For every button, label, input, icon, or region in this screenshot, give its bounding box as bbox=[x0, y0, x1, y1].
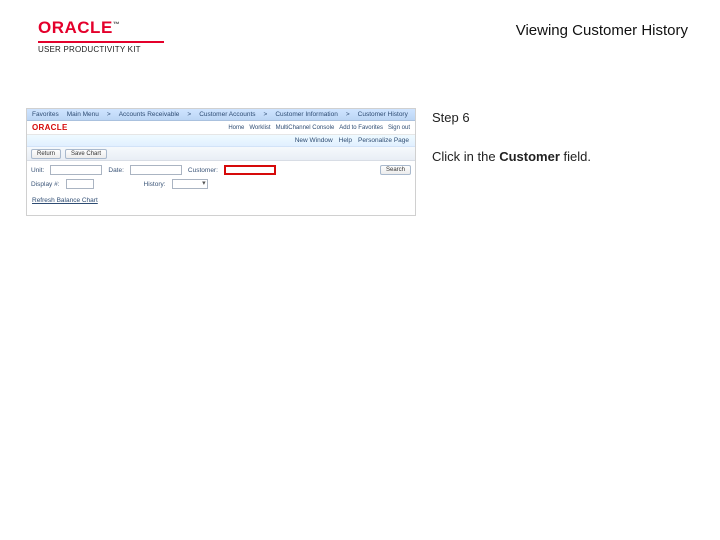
breadcrumb-item: Favorites bbox=[32, 111, 59, 118]
brand-rule bbox=[38, 41, 164, 43]
link-personalize[interactable]: Personalize Page bbox=[358, 137, 409, 144]
customer-label: Customer: bbox=[188, 167, 218, 174]
nav-worklist[interactable]: Worklist bbox=[249, 125, 270, 131]
link-help[interactable]: Help bbox=[339, 137, 352, 144]
nav-signout[interactable]: Sign out bbox=[388, 125, 410, 131]
save-chart-button[interactable]: Save Chart bbox=[65, 149, 107, 159]
instruction-text: Click in the Customer field. bbox=[432, 149, 684, 164]
brand-text: ORACLE bbox=[38, 18, 113, 37]
step-label: Step 6 bbox=[432, 110, 684, 125]
unit-label: Unit: bbox=[31, 167, 44, 174]
brand-block: ORACLE™ USER PRODUCTIVITY KIT bbox=[38, 18, 164, 54]
instruction-column: Step 6 Click in the Customer field. bbox=[432, 110, 684, 164]
history-label: History: bbox=[144, 181, 166, 188]
instruction-prefix: Click in the bbox=[432, 149, 499, 164]
refresh-chart-link[interactable]: Refresh Balance Chart bbox=[27, 191, 415, 204]
nav-favorites[interactable]: Add to Favorites bbox=[339, 125, 383, 131]
brand-nav-bar: ORACLE Home Worklist MultiChannel Consol… bbox=[27, 121, 415, 135]
date-input[interactable] bbox=[130, 165, 182, 175]
instruction-target: Customer bbox=[499, 149, 560, 164]
search-button[interactable]: Search bbox=[380, 165, 411, 175]
date-label: Date: bbox=[108, 167, 124, 174]
breadcrumb-item: Customer Information bbox=[275, 111, 338, 118]
search-label: Search bbox=[386, 167, 405, 173]
breadcrumb-item: Customer History bbox=[358, 111, 408, 118]
nav-home[interactable]: Home bbox=[228, 125, 244, 131]
display-input[interactable] bbox=[66, 179, 94, 189]
page-tools-bar: New Window Help Personalize Page bbox=[27, 135, 415, 147]
filter-form: Unit: Date: Customer: Search Display #: … bbox=[27, 161, 415, 191]
history-select[interactable] bbox=[172, 179, 208, 189]
breadcrumb-item: Main Menu bbox=[67, 111, 99, 118]
unit-input[interactable] bbox=[50, 165, 102, 175]
mini-oracle-logo: ORACLE bbox=[32, 123, 68, 132]
display-label: Display #: bbox=[31, 181, 60, 188]
nav-multichannel[interactable]: MultiChannel Console bbox=[276, 125, 335, 131]
save-chart-label: Save Chart bbox=[71, 151, 101, 157]
action-bar: Return Save Chart bbox=[27, 147, 415, 161]
link-new-window[interactable]: New Window bbox=[295, 137, 333, 144]
breadcrumb-item: Accounts Receivable bbox=[119, 111, 180, 118]
instruction-suffix: field. bbox=[560, 149, 591, 164]
return-label: Return bbox=[37, 151, 55, 157]
breadcrumb-item: Customer Accounts bbox=[199, 111, 255, 118]
return-button[interactable]: Return bbox=[31, 149, 61, 159]
brand-subline: USER PRODUCTIVITY KIT bbox=[38, 45, 164, 54]
page-title: Viewing Customer History bbox=[516, 22, 688, 39]
breadcrumb-bar: Favorites Main Menu > Accounts Receivabl… bbox=[27, 109, 415, 121]
screenshot-panel: Favorites Main Menu > Accounts Receivabl… bbox=[26, 108, 416, 216]
customer-input[interactable] bbox=[224, 165, 276, 175]
oracle-logo: ORACLE™ bbox=[38, 18, 164, 38]
